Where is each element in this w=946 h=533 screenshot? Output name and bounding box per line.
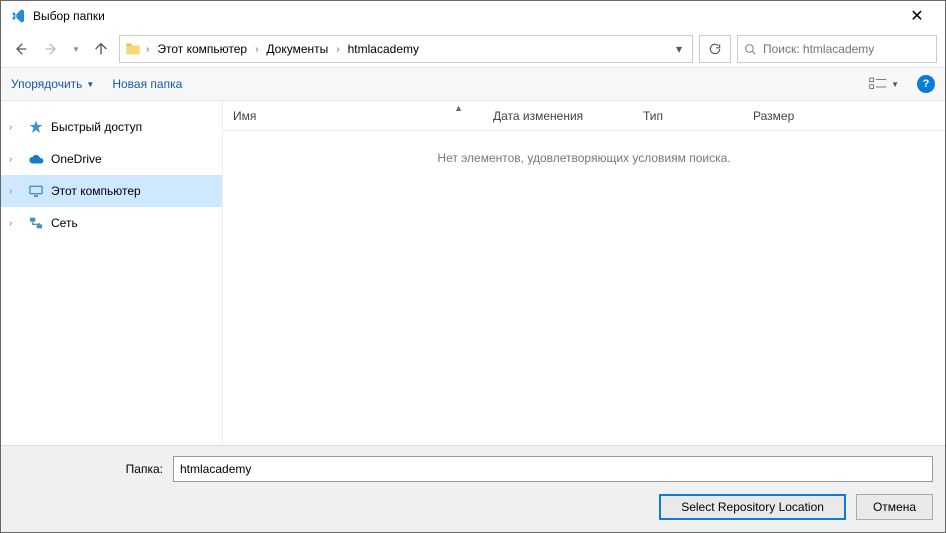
chevron-right-icon[interactable]: › — [336, 44, 339, 55]
breadcrumb-thispc[interactable]: Этот компьютер — [153, 40, 251, 58]
close-button[interactable]: ✕ — [897, 1, 937, 31]
chevron-right-icon: › — [9, 154, 21, 165]
sidebar-item-quick-access[interactable]: › Быстрый доступ — [1, 111, 222, 143]
address-history-dropdown[interactable]: ▾ — [670, 42, 688, 56]
column-header-date[interactable]: Дата изменения — [483, 109, 633, 123]
column-header-type[interactable]: Тип — [633, 109, 743, 123]
folder-name-input[interactable] — [173, 456, 933, 482]
organize-button[interactable]: Упорядочить ▼ — [11, 77, 94, 91]
chevron-right-icon: › — [9, 122, 21, 133]
recent-dropdown[interactable]: ▾ — [69, 37, 83, 61]
chevron-right-icon[interactable]: › — [255, 44, 258, 55]
sidebar-item-onedrive[interactable]: › OneDrive — [1, 143, 222, 175]
chevron-right-icon: › — [9, 218, 21, 229]
breadcrumb-documents[interactable]: Документы — [262, 40, 332, 58]
column-header-size[interactable]: Размер — [743, 109, 843, 123]
vscode-icon — [9, 7, 27, 25]
sort-ascending-icon: ▲ — [454, 103, 463, 113]
search-input[interactable] — [763, 42, 930, 56]
column-header-name[interactable]: Имя ▲ — [223, 109, 483, 123]
chevron-right-icon: › — [9, 186, 21, 197]
sidebar-item-label: OneDrive — [51, 152, 102, 166]
breadcrumb-current[interactable]: htmlacademy — [344, 40, 423, 58]
cloud-icon — [27, 150, 45, 168]
network-icon — [27, 214, 45, 232]
button-row: Select Repository Location Отмена — [13, 494, 933, 520]
titlebar: Выбор папки ✕ — [1, 1, 945, 31]
content-area: › Быстрый доступ › OneDrive › Этот компь… — [1, 101, 945, 445]
toolbar: Упорядочить ▼ Новая папка ▼ ? — [1, 67, 945, 101]
sidebar-item-label: Быстрый доступ — [51, 120, 142, 134]
star-icon — [27, 118, 45, 136]
nav-row: ▾ › Этот компьютер › Документы › htmlaca… — [1, 31, 945, 67]
search-icon — [744, 43, 757, 56]
file-list-area: Имя ▲ Дата изменения Тип Размер Нет элем… — [223, 101, 945, 445]
view-options-button[interactable]: ▼ — [869, 77, 899, 91]
help-button[interactable]: ? — [917, 75, 935, 93]
column-headers: Имя ▲ Дата изменения Тип Размер — [223, 101, 945, 131]
sidebar-item-this-pc[interactable]: › Этот компьютер — [1, 175, 222, 207]
forward-button[interactable] — [39, 37, 63, 61]
folder-label: Папка: — [113, 462, 163, 476]
sidebar-item-label: Сеть — [51, 216, 78, 230]
refresh-button[interactable] — [699, 35, 731, 63]
search-box[interactable] — [737, 35, 937, 63]
folder-icon — [124, 40, 142, 58]
chevron-right-icon[interactable]: › — [146, 44, 149, 55]
address-bar[interactable]: › Этот компьютер › Документы › htmlacade… — [119, 35, 693, 63]
sidebar-item-network[interactable]: › Сеть — [1, 207, 222, 239]
footer: Папка: Select Repository Location Отмена — [1, 445, 945, 532]
back-button[interactable] — [9, 37, 33, 61]
sidebar: › Быстрый доступ › OneDrive › Этот компь… — [1, 101, 223, 445]
up-button[interactable] — [89, 37, 113, 61]
window-title: Выбор папки — [33, 9, 897, 23]
monitor-icon — [27, 182, 45, 200]
folder-name-row: Папка: — [13, 456, 933, 482]
new-folder-button[interactable]: Новая папка — [112, 77, 182, 91]
select-location-button[interactable]: Select Repository Location — [659, 494, 846, 520]
cancel-button[interactable]: Отмена — [856, 494, 933, 520]
chevron-down-icon: ▼ — [86, 80, 94, 89]
empty-message: Нет элементов, удовлетворяющих условиям … — [223, 131, 945, 445]
sidebar-item-label: Этот компьютер — [51, 184, 141, 198]
chevron-down-icon: ▼ — [891, 80, 899, 89]
